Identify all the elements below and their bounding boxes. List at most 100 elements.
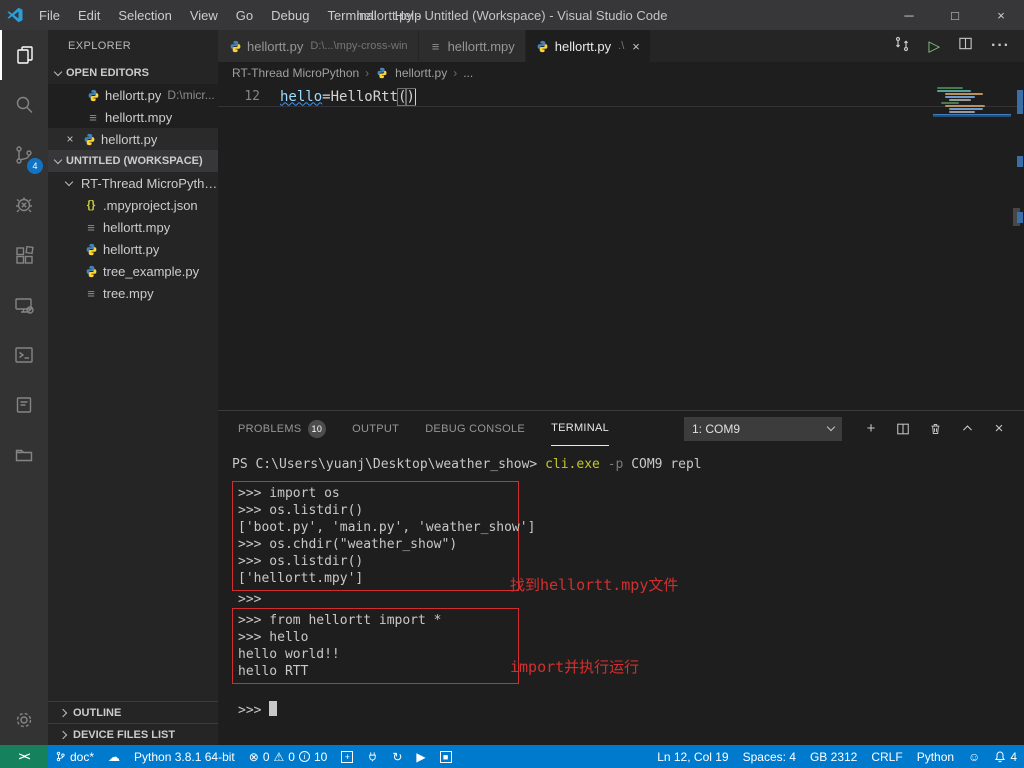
workspace-header[interactable]: UNTITLED (WORKSPACE) (48, 150, 218, 172)
chevron-down-icon (65, 177, 73, 185)
debug-icon[interactable] (0, 180, 48, 230)
settings-gear-icon[interactable] (0, 695, 48, 745)
menu-terminal[interactable]: Terminal (318, 0, 385, 30)
minimap[interactable] (933, 87, 1011, 117)
annotation-box-listdir: >>> import os >>> os.listdir() ['boot.py… (232, 481, 519, 591)
menu-edit[interactable]: Edit (69, 0, 109, 30)
remote-indicator[interactable]: >< (0, 745, 48, 768)
open-editor-item[interactable]: hellortt.py D:\micr... (48, 84, 218, 106)
source-control-icon[interactable]: 4 (0, 130, 48, 180)
document-view-icon[interactable] (0, 380, 48, 430)
code-editor[interactable]: 12hello = HelloRtt() (218, 84, 1024, 410)
menu-debug[interactable]: Debug (262, 0, 318, 30)
open-editor-item[interactable]: ≡ hellortt.mpy (48, 106, 218, 128)
publish-cloud-icon[interactable]: ☁ (101, 745, 127, 768)
tab-hellortt-py-active[interactable]: hellortt.py .\ × (526, 30, 651, 62)
indentation-status[interactable]: Spaces: 4 (736, 745, 803, 768)
explorer-icon[interactable] (0, 30, 48, 80)
tab-hellortt-mpy[interactable]: ≡ hellortt.mpy (419, 30, 526, 62)
chevron-right-icon (59, 730, 67, 738)
file-hellortt-py[interactable]: hellortt.py (48, 238, 218, 260)
menu-selection[interactable]: Selection (109, 0, 180, 30)
python-icon (84, 243, 98, 256)
terminal-panel-icon[interactable] (0, 330, 48, 380)
editor-tab-bar: hellortt.py D:\...\mpy-cross-win ≡ hello… (218, 30, 1024, 62)
open-changes-icon[interactable] (894, 36, 910, 57)
sidebar-title: EXPLORER (48, 30, 218, 62)
tab-close-icon[interactable]: × (632, 39, 640, 54)
device-folder-icon[interactable] (0, 430, 48, 480)
tab-hellortt-py-mpy-cross[interactable]: hellortt.py D:\...\mpy-cross-win (218, 30, 419, 62)
folder-rt-thread-micropython[interactable]: RT-Thread MicroPython (48, 172, 218, 194)
status-bar: >< doc* ☁ Python 3.8.1 64-bit ⊗0 ⚠0 i10 … (0, 745, 1024, 768)
close-button[interactable]: × (978, 0, 1024, 30)
vscode-window: File Edit Selection View Go Debug Termin… (0, 0, 1024, 768)
terminal-select[interactable]: 1: COM9 (684, 417, 842, 441)
cursor-position-status[interactable]: Ln 12, Col 19 (650, 745, 735, 768)
mpy-file-icon: ≡ (86, 111, 100, 124)
python-icon (86, 89, 100, 102)
menu-go[interactable]: Go (227, 0, 262, 30)
remote-device-icon[interactable] (0, 280, 48, 330)
run-python-file-icon[interactable]: ▷ (928, 37, 940, 55)
tab-debug-console[interactable]: DEBUG CONSOLE (425, 411, 525, 446)
close-icon[interactable]: × (62, 132, 78, 146)
feedback-smiley-icon[interactable]: ☺ (961, 745, 987, 768)
breadcrumb[interactable]: RT-Thread MicroPython › hellortt.py › ..… (218, 62, 1024, 84)
kill-terminal-trash-icon[interactable] (926, 420, 944, 438)
run-icon[interactable]: ▶ (409, 745, 432, 768)
file-tree-example-py[interactable]: tree_example.py (48, 260, 218, 282)
split-editor-icon[interactable] (958, 36, 973, 56)
terminal-cursor (269, 701, 277, 716)
maximize-panel-icon[interactable] (958, 420, 976, 438)
split-terminal-icon[interactable] (894, 420, 912, 438)
eol-status[interactable]: CRLF (864, 745, 909, 768)
mpy-file-icon: ≡ (429, 40, 443, 53)
open-editors-header[interactable]: OPEN EDITORS (48, 62, 218, 84)
maximize-button[interactable]: □ (932, 0, 978, 30)
mpy-file-icon: ≡ (84, 221, 98, 234)
annotation-import-run: import并执行运行 (510, 659, 639, 676)
more-actions-icon[interactable]: ··· (991, 37, 1010, 55)
git-branch-status[interactable]: doc* (48, 745, 101, 768)
encoding-status[interactable]: GB 2312 (803, 745, 864, 768)
menu-help[interactable]: Help (386, 0, 431, 30)
overview-ruler-marker (1017, 212, 1023, 223)
file-tree-mpy[interactable]: ≡ tree.mpy (48, 282, 218, 304)
terminal-output[interactable]: PS C:\Users\yuanj\Desktop\weather_show> … (218, 446, 1024, 745)
language-mode-status[interactable]: Python (910, 745, 961, 768)
minimap-current-line (933, 114, 1011, 117)
search-icon[interactable] (0, 80, 48, 130)
sync-icon[interactable]: ↻ (385, 745, 409, 768)
open-editor-item-active[interactable]: × hellortt.py (48, 128, 218, 150)
stop-icon[interactable]: ■ (433, 745, 459, 768)
add-device-icon[interactable]: + (334, 745, 360, 768)
notifications-bell[interactable]: 4 (987, 745, 1024, 768)
tab-output[interactable]: OUTPUT (352, 411, 399, 446)
python-interpreter-status[interactable]: Python 3.8.1 64-bit (127, 745, 242, 768)
python-icon (84, 265, 98, 278)
device-files-list-section[interactable]: DEVICE FILES LIST (48, 723, 218, 745)
minimize-button[interactable]: ─ (886, 0, 932, 30)
outline-section[interactable]: OUTLINE (48, 701, 218, 723)
annotation-found-file: 找到hellortt.mpy文件 (510, 577, 678, 594)
problems-status[interactable]: ⊗0 ⚠0 i10 (242, 745, 335, 768)
menu-view[interactable]: View (181, 0, 227, 30)
file-hellortt-mpy[interactable]: ≡ hellortt.mpy (48, 216, 218, 238)
warning-icon: ⚠ (274, 751, 285, 763)
terminal-prompt[interactable]: >>> (232, 701, 1024, 718)
plug-connection-icon[interactable] (360, 745, 385, 768)
vscode-logo-icon (0, 0, 30, 30)
close-panel-icon[interactable]: × (990, 420, 1008, 438)
mpy-file-icon: ≡ (84, 287, 98, 300)
file-mpyproject-json[interactable]: {} .mpyproject.json (48, 194, 218, 216)
extensions-icon[interactable] (0, 230, 48, 280)
tab-terminal[interactable]: TERMINAL (551, 411, 609, 446)
problems-badge: 10 (308, 420, 327, 438)
chevron-down-icon (54, 67, 62, 75)
new-terminal-icon[interactable]: + (862, 420, 880, 438)
tab-problems[interactable]: PROBLEMS 10 (238, 411, 326, 446)
menu-file[interactable]: File (30, 0, 69, 30)
explorer-sidebar: EXPLORER OPEN EDITORS hellortt.py D:\mic… (48, 30, 218, 745)
panel-header: PROBLEMS 10 OUTPUT DEBUG CONSOLE TERMINA… (218, 411, 1024, 446)
